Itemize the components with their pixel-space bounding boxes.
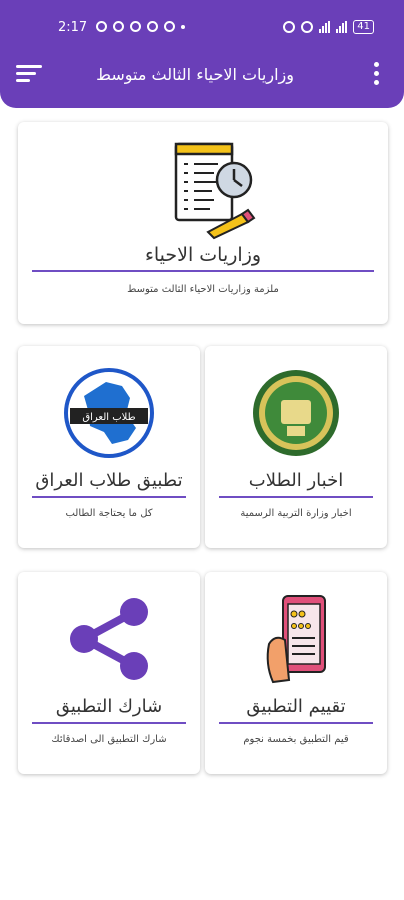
signal-icon — [319, 21, 331, 33]
menu-icon[interactable] — [16, 64, 42, 84]
status-time: 2:17 — [58, 20, 88, 35]
card-title: تقييم التطبيق — [246, 696, 346, 717]
whatsapp-icon — [96, 21, 107, 32]
toolbar: وزاريات الاحياء الثالث متوسط — [0, 56, 404, 96]
wifi-icon — [301, 21, 314, 33]
divider — [219, 496, 373, 498]
phone-rating-icon — [266, 595, 326, 684]
status-bar: 2:17 41 — [0, 18, 404, 40]
messenger-icon — [147, 21, 158, 32]
telegram-icon — [113, 21, 124, 32]
app-bar: 2:17 41 وزاريات الاحياء الثالث متوسط — [0, 0, 404, 108]
divider — [32, 496, 186, 498]
card-subtitle: ملزمة وزاريات الاحياء الثالث متوسط — [127, 284, 279, 295]
card-subtitle: قيم التطبيق بخمسة نجوم — [243, 734, 349, 745]
card-title: شارك التطبيق — [55, 696, 163, 717]
facebook-icon — [130, 21, 141, 32]
notification-icons — [96, 21, 185, 32]
share-icon — [70, 598, 148, 680]
card-rate-app[interactable]: تقييم التطبيق قيم التطبيق بخمسة نجوم — [205, 572, 387, 774]
card-iraq-students-app[interactable]: طلاب العراق تطبيق طلاب العراق كل ما يحتا… — [18, 346, 200, 548]
youtube-icon — [164, 21, 175, 32]
divider — [32, 270, 374, 272]
card-subtitle: اخبار وزارة التربية الرسمية — [240, 508, 352, 519]
more-options-icon[interactable] — [372, 62, 380, 88]
card-title: تطبيق طلاب العراق — [35, 470, 183, 491]
card-biology-exams[interactable]: وزاريات الاحياء ملزمة وزاريات الاحياء ال… — [18, 122, 388, 324]
card-subtitle: كل ما يحتاجة الطالب — [65, 508, 153, 519]
iraq-map-logo-icon: طلاب العراق — [64, 368, 154, 458]
app-title: وزاريات الاحياء الثالث متوسط — [96, 65, 294, 84]
divider — [32, 722, 186, 724]
document-clock-icon — [174, 142, 256, 240]
ministry-seal-icon — [253, 370, 339, 456]
divider — [219, 722, 373, 724]
card-share-app[interactable]: شارك التطبيق شارك التطبيق الى اصدقائك — [18, 572, 200, 774]
card-title: اخبار الطلاب — [248, 470, 344, 491]
more-notifications-icon — [181, 25, 185, 29]
card-title: وزاريات الاحياء — [144, 244, 262, 266]
card-student-news[interactable]: اخبار الطلاب اخبار وزارة التربية الرسمية — [205, 346, 387, 548]
alarm-icon — [283, 21, 296, 33]
logo-text: طلاب العراق — [82, 412, 135, 423]
card-subtitle: شارك التطبيق الى اصدقائك — [51, 734, 167, 745]
battery-icon: 41 — [353, 20, 374, 34]
signal-2-icon — [336, 21, 348, 33]
system-icons: 41 — [283, 20, 374, 34]
